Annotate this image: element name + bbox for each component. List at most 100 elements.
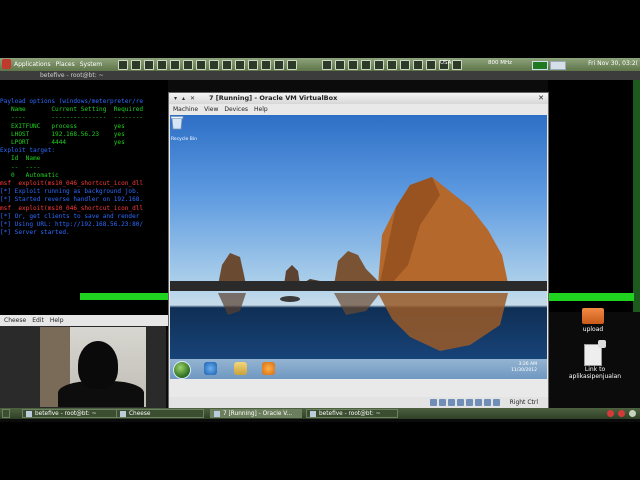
launcher-icon[interactable]	[196, 60, 206, 70]
system-monitor-graph[interactable]	[532, 61, 548, 70]
taskbar-item-label: betefive - root@bt: ~	[319, 410, 381, 417]
top-panel: Applications Places System USA 800 MHz F…	[0, 58, 640, 71]
tray-icon[interactable]	[387, 60, 397, 70]
media-player-icon[interactable]	[262, 362, 275, 375]
shutdown-icon[interactable]	[607, 410, 614, 417]
launcher-icon[interactable]	[118, 60, 128, 70]
usb-icon[interactable]	[448, 399, 455, 406]
tray-icon[interactable]	[426, 60, 436, 70]
system-menu[interactable]: System	[80, 61, 102, 68]
terminal-cursor-highlight	[80, 293, 168, 300]
tray-icon[interactable]	[361, 60, 371, 70]
show-desktop-button[interactable]	[2, 409, 10, 418]
user-icon[interactable]	[322, 60, 332, 70]
terminal-line: msf exploit(ms10_046_shortcut_icon_dll	[0, 204, 144, 212]
network-icon[interactable]	[466, 399, 473, 406]
launcher-icon[interactable]	[287, 60, 297, 70]
terminal-line: [*] Server started.	[0, 229, 70, 237]
launcher-icon[interactable]	[144, 60, 154, 70]
optical-drive-icon[interactable]	[439, 399, 446, 406]
places-menu[interactable]: Places	[56, 61, 75, 68]
bottom-panel-tray	[607, 410, 636, 417]
webcam-person	[78, 341, 118, 389]
taskbar-item-label: Cheese	[129, 410, 151, 417]
applications-menu[interactable]: Applications	[14, 61, 51, 68]
terminal-line: msf exploit(ms10_046_shortcut_icon_dll	[0, 180, 144, 188]
tray-icon[interactable]	[374, 60, 384, 70]
terminal-line: [*] Exploit running as background job.	[0, 188, 140, 196]
launcher-icon[interactable]	[209, 60, 219, 70]
desktop-screen: Applications Places System USA 800 MHz F…	[0, 58, 640, 422]
top-panel-menu: Applications Places System	[14, 61, 102, 68]
cheese-menu-cheese[interactable]: Cheese	[4, 317, 26, 324]
vm-menu-machine[interactable]: Machine	[173, 106, 198, 113]
launcher-icon[interactable]	[248, 60, 258, 70]
vm-menu-devices[interactable]: Devices	[224, 106, 248, 113]
desktop-icon-label[interactable]: Link to aplikasipenjualan	[560, 366, 630, 380]
clock[interactable]: Fri Nov 30, 03:2(	[588, 60, 638, 67]
terminal-titlebar[interactable]: betefive - root@bt: ~	[0, 71, 640, 80]
mouse-integration-icon[interactable]	[493, 399, 500, 406]
launcher-icons	[118, 60, 297, 70]
display-icon[interactable]	[475, 399, 482, 406]
capture-icon[interactable]	[484, 399, 491, 406]
tray-icon[interactable]	[452, 60, 462, 70]
network-icon[interactable]	[335, 60, 345, 70]
terminal-scrollbar[interactable]	[633, 80, 640, 312]
folder-icon[interactable]	[582, 308, 604, 324]
recycle-bin-icon[interactable]	[170, 115, 184, 130]
terminal-line: LHOST 192.168.56.23 yes	[0, 130, 125, 138]
explorer-folder-icon[interactable]	[234, 362, 247, 375]
launcher-icon[interactable]	[170, 60, 180, 70]
host-key-label: Right Ctrl	[509, 399, 538, 406]
desktop-icon-label[interactable]: upload	[576, 326, 610, 333]
launcher-icon[interactable]	[131, 60, 141, 70]
close-icon[interactable]: ✕	[190, 95, 195, 102]
wallpaper	[170, 177, 547, 351]
backtrack-logo-icon[interactable]	[2, 59, 11, 69]
hard-disk-icon[interactable]	[430, 399, 437, 406]
recycle-bin-label[interactable]: Recycle Bin	[171, 137, 197, 142]
launcher-icon[interactable]	[157, 60, 167, 70]
window-controls: ▾ ▴ ✕	[174, 95, 195, 102]
terminal-line: 0 Automatic	[0, 171, 59, 179]
vm-titlebar[interactable]: ▾ ▴ ✕ 7 [Running] - Oracle VM VirtualBox…	[169, 93, 548, 104]
taskbar-item-label: betefive - root@bt: ~	[35, 410, 97, 417]
trash-icon[interactable]	[629, 410, 636, 417]
internet-explorer-icon[interactable]	[204, 362, 217, 375]
tray-icon[interactable]	[348, 60, 358, 70]
guest-desktop[interactable]: Recycle Bin 3:26 AM 11/30/2012	[170, 115, 547, 379]
launcher-icon[interactable]	[235, 60, 245, 70]
logout-icon[interactable]	[618, 410, 625, 417]
vm-menu-view[interactable]: View	[204, 106, 218, 113]
tray-icon[interactable]	[400, 60, 410, 70]
terminal-line: Exploit target:	[0, 147, 56, 155]
keyboard-layout[interactable]: USA	[440, 60, 451, 66]
taskbar-item-terminal[interactable]: betefive - root@bt: ~	[306, 409, 398, 418]
taskbar-item-virtualbox[interactable]: 7 [Running] - Oracle V...	[210, 409, 302, 418]
taskbar-item-cheese[interactable]: Cheese	[116, 409, 204, 418]
cpu-frequency: 800 MHz	[488, 60, 513, 66]
launcher-icon[interactable]	[274, 60, 284, 70]
terminal-line: EXITFUNC process yes	[0, 122, 125, 130]
system-monitor-graph[interactable]	[550, 61, 566, 70]
terminal-line: -- ----	[0, 163, 41, 171]
launcher-icon[interactable]	[222, 60, 232, 70]
launcher-icon[interactable]	[261, 60, 271, 70]
terminal-line: ---- --------------- --------	[0, 114, 144, 122]
cheese-menu-help[interactable]: Help	[50, 317, 64, 324]
guest-clock[interactable]: 3:26 AM 11/30/2012	[511, 362, 537, 374]
shared-folder-icon[interactable]	[457, 399, 464, 406]
terminal-highlight	[548, 293, 634, 301]
guest-clock-date: 11/30/2012	[511, 368, 537, 373]
start-button[interactable]	[173, 361, 191, 379]
vm-menu-help[interactable]: Help	[254, 106, 268, 113]
tray-icon[interactable]	[413, 60, 423, 70]
close-icon[interactable]: ✕	[538, 94, 544, 102]
launcher-icon[interactable]	[183, 60, 193, 70]
windows-taskbar: 3:26 AM 11/30/2012	[170, 359, 547, 379]
cheese-menu-edit[interactable]: Edit	[32, 317, 44, 324]
minimize-icon[interactable]: ▾	[174, 95, 177, 102]
menu-icon[interactable]: ▴	[182, 95, 185, 102]
taskbar-item-terminal[interactable]: betefive - root@bt: ~	[22, 409, 128, 418]
